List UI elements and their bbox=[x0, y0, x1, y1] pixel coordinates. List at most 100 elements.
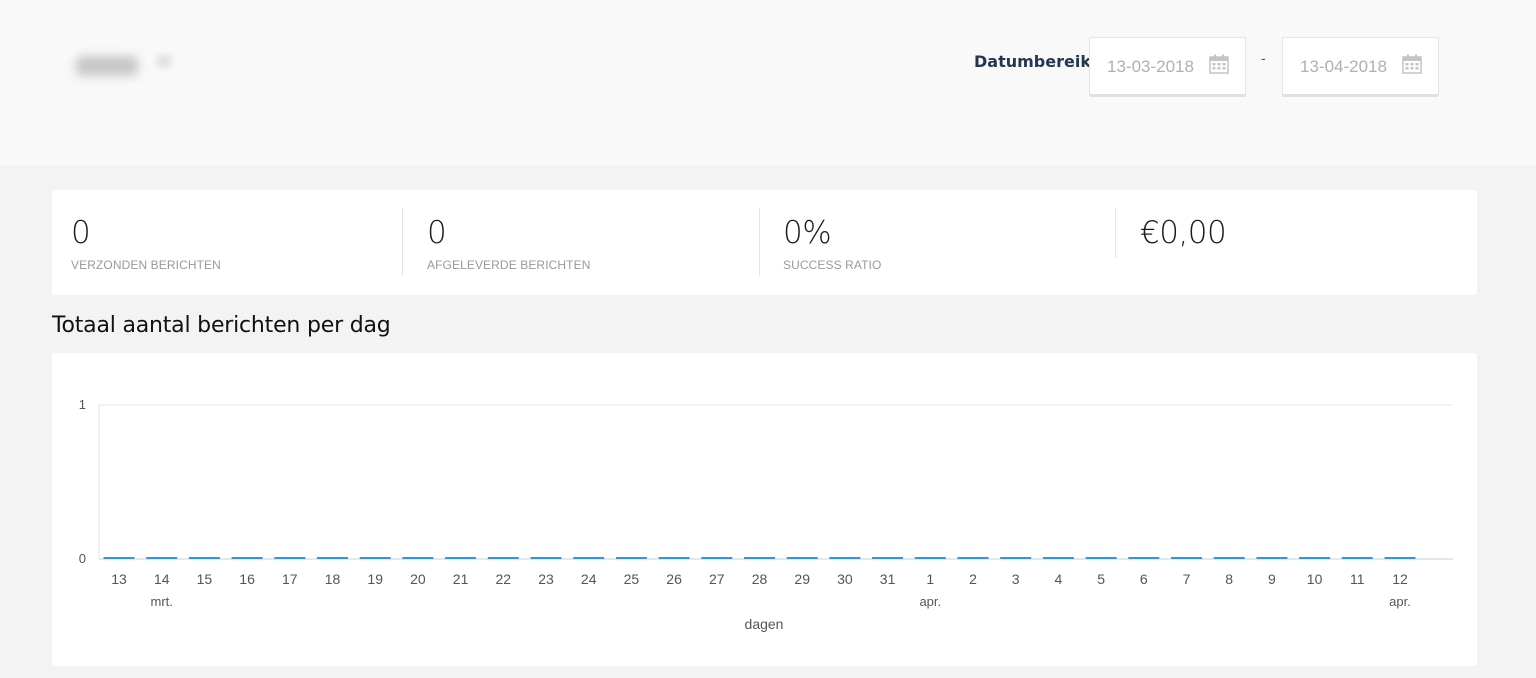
stat-divider bbox=[402, 208, 403, 276]
x-tick-label: 31 bbox=[880, 571, 896, 587]
chart-title: Totaal aantal berichten per dag bbox=[52, 313, 391, 338]
x-tick-label: 27 bbox=[709, 571, 725, 587]
account-selector[interactable] bbox=[70, 46, 186, 82]
x-tick-label: 13 bbox=[111, 571, 127, 587]
bar[interactable] bbox=[829, 557, 861, 559]
bar[interactable] bbox=[1213, 557, 1245, 559]
stat-delivered-value: 0 bbox=[427, 215, 447, 251]
bar[interactable] bbox=[573, 557, 605, 559]
bar[interactable] bbox=[487, 557, 519, 559]
y-tick-label: 0 bbox=[79, 551, 86, 566]
bar[interactable] bbox=[786, 557, 818, 559]
bar[interactable] bbox=[1384, 557, 1416, 559]
stat-sent-label: VERZONDEN BERICHTEN bbox=[71, 258, 221, 272]
stat-success-ratio: 0% SUCCESS RATIO bbox=[783, 208, 881, 276]
stats-card: 0 VERZONDEN BERICHTEN 0 AFGELEVERDE BERI… bbox=[52, 190, 1477, 295]
x-tick-label: 21 bbox=[453, 571, 469, 587]
date-range-label: Datumbereik bbox=[974, 52, 1091, 71]
bar[interactable] bbox=[615, 557, 647, 559]
x-month-label: apr. bbox=[919, 594, 941, 609]
bar[interactable] bbox=[146, 557, 178, 559]
stat-success-ratio-value: 0% bbox=[783, 215, 832, 251]
chart-bars bbox=[103, 557, 1416, 559]
x-tick-label: 25 bbox=[624, 571, 640, 587]
bar[interactable] bbox=[445, 557, 477, 559]
x-tick-label: 3 bbox=[1012, 571, 1020, 587]
bar[interactable] bbox=[231, 557, 263, 559]
x-tick-label: 23 bbox=[538, 571, 554, 587]
x-month-label: mrt. bbox=[151, 594, 173, 609]
date-to-value: 13-04-2018 bbox=[1300, 57, 1387, 76]
x-tick-label: 7 bbox=[1183, 571, 1191, 587]
bar[interactable] bbox=[872, 557, 904, 559]
bar[interactable] bbox=[530, 557, 562, 559]
bar[interactable] bbox=[957, 557, 989, 559]
stat-success-ratio-label: SUCCESS RATIO bbox=[783, 258, 882, 272]
x-tick-label: 29 bbox=[794, 571, 810, 587]
stat-delivered-label: AFGELEVERDE BERICHTEN bbox=[427, 258, 591, 272]
x-month-label: apr. bbox=[1389, 594, 1411, 609]
chevron-down-icon bbox=[156, 54, 172, 68]
date-to-input[interactable]: 13-04-2018 bbox=[1282, 37, 1439, 97]
x-tick-label: 26 bbox=[666, 571, 682, 587]
bar[interactable] bbox=[317, 557, 348, 559]
bar[interactable] bbox=[1042, 557, 1074, 559]
bar[interactable] bbox=[914, 557, 946, 559]
chart-card: 0 1 13 14 15 16 17 18 19 20 21 22 23 24 25 26 27 28 29 30 31… bbox=[52, 353, 1477, 666]
bar[interactable] bbox=[1085, 557, 1117, 559]
x-tick-label: 2 bbox=[969, 571, 977, 587]
stat-sent-value: 0 bbox=[71, 215, 91, 251]
x-tick-label: 12 bbox=[1392, 571, 1408, 587]
stat-cost: €0,00 bbox=[1140, 208, 1227, 276]
account-name-blurred bbox=[76, 56, 138, 76]
stat-divider bbox=[759, 208, 760, 276]
bar[interactable] bbox=[188, 557, 220, 559]
bar[interactable] bbox=[359, 557, 391, 559]
x-tick-label: 15 bbox=[197, 571, 213, 587]
chart-grid bbox=[98, 404, 1453, 560]
messages-per-day-chart: 0113 14 15 16 17 18 19 20 21 22 23 24 25 26 27 28 29 30 31… bbox=[79, 397, 1453, 632]
x-tick-label: 4 bbox=[1055, 571, 1063, 587]
x-tick-label: 6 bbox=[1140, 571, 1148, 587]
stat-delivered: 0 AFGELEVERDE BERICHTEN bbox=[427, 208, 590, 276]
x-tick-label: 19 bbox=[367, 571, 383, 587]
x-tick-label: 24 bbox=[581, 571, 597, 587]
bar[interactable] bbox=[1299, 557, 1331, 559]
x-tick-label: 1 bbox=[926, 571, 934, 587]
stat-sent: 0 VERZONDEN BERICHTEN bbox=[71, 208, 221, 276]
x-tick-label: 20 bbox=[410, 571, 426, 587]
x-tick-label: 30 bbox=[837, 571, 853, 587]
x-tick-label: 17 bbox=[282, 571, 298, 587]
x-tick-label: 18 bbox=[325, 571, 341, 587]
x-tick-label: 22 bbox=[496, 571, 512, 587]
bar[interactable] bbox=[1000, 557, 1032, 559]
bar[interactable] bbox=[658, 557, 690, 559]
x-tick-label: 14 bbox=[154, 571, 170, 587]
bar[interactable] bbox=[103, 557, 135, 559]
stat-cost-value: €0,00 bbox=[1140, 215, 1227, 251]
calendar-icon[interactable] bbox=[1402, 54, 1422, 78]
bar[interactable] bbox=[1341, 557, 1373, 559]
date-separator: - bbox=[1261, 50, 1266, 66]
date-from-value: 13-03-2018 bbox=[1107, 57, 1194, 76]
x-tick-label: 28 bbox=[752, 571, 768, 587]
bar[interactable] bbox=[1256, 557, 1288, 559]
y-tick-label: 1 bbox=[79, 397, 86, 412]
bar[interactable] bbox=[701, 557, 733, 559]
x-tick-label: 16 bbox=[239, 571, 255, 587]
x-tick-label: 5 bbox=[1097, 571, 1105, 587]
x-tick-label: 9 bbox=[1268, 571, 1276, 587]
stat-divider bbox=[1115, 208, 1116, 258]
chart-axes: 0113 14 15 16 17 18 19 20 21 22 23 24 25 26 27 28 29 30 31… bbox=[79, 397, 1411, 609]
bar[interactable] bbox=[1128, 557, 1160, 559]
bar[interactable] bbox=[744, 557, 775, 559]
x-tick-label: 10 bbox=[1307, 571, 1323, 587]
bar[interactable] bbox=[274, 557, 306, 559]
x-tick-label: 11 bbox=[1350, 571, 1365, 587]
x-tick-label: 8 bbox=[1225, 571, 1233, 587]
bar[interactable] bbox=[402, 557, 434, 559]
x-axis-title: dagen bbox=[745, 616, 784, 632]
date-from-input[interactable]: 13-03-2018 bbox=[1089, 37, 1246, 97]
bar[interactable] bbox=[1171, 557, 1202, 559]
calendar-icon[interactable] bbox=[1209, 54, 1229, 78]
